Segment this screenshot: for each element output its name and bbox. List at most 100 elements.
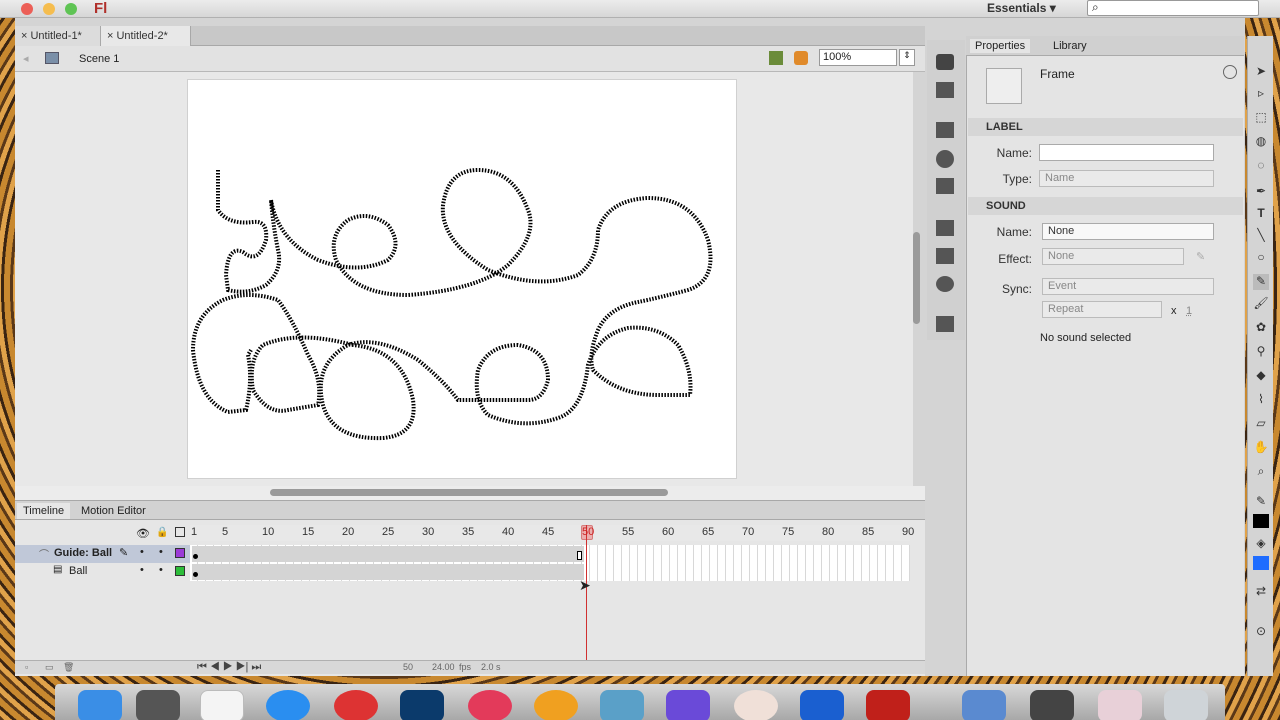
itunes-icon[interactable] [468,690,512,720]
sound-effect-select[interactable]: None [1042,248,1184,265]
safari-icon[interactable] [266,690,310,720]
app-icon[interactable] [734,690,778,720]
repeat-count[interactable]: 1 [1186,305,1192,317]
new-folder-icon[interactable]: ▭ [45,662,54,673]
frame-ruler[interactable]: 1 5 10 15 20 25 30 35 40 45 50 55 60 65 … [190,525,914,541]
layer-name[interactable]: Guide: Ball [54,547,112,559]
align-icon[interactable] [936,122,954,138]
calendar-icon[interactable] [200,690,244,720]
folder-icon[interactable] [962,690,1006,720]
chrome-icon[interactable] [334,690,378,720]
trash-icon[interactable] [1164,690,1208,720]
layer-name[interactable]: Ball [69,565,87,577]
deco-tool-icon[interactable]: ✿ [1253,320,1269,336]
zoom-field[interactable]: 100% [819,49,897,66]
selection-tool-icon[interactable]: ➤ [1253,64,1269,80]
bone-tool-icon[interactable]: ⚲ [1253,344,1269,360]
finder-icon[interactable] [78,690,122,720]
tab-library[interactable]: Library [1048,39,1092,53]
frame-rate[interactable]: 24.00 [432,662,455,672]
ibooks-icon[interactable] [534,690,578,720]
paint-bucket-tool-icon[interactable]: ◆ [1253,368,1269,384]
eyedropper-tool-icon[interactable]: ⌇ [1253,392,1269,408]
components-icon[interactable] [936,248,954,264]
scene-label[interactable]: Scene 1 [79,53,119,65]
xcode-icon[interactable] [600,690,644,720]
keyframe-dot[interactable] [193,572,198,577]
line-tool-icon[interactable]: ╲ [1253,228,1269,244]
fill-color-swatch[interactable] [1253,556,1269,570]
swap-colors-icon[interactable]: ⇄ [1253,584,1269,600]
motion-guide-path[interactable] [188,80,738,480]
hand-tool-icon[interactable]: ✋ [1253,440,1269,456]
lasso-tool-icon[interactable]: ◌ [1253,158,1269,174]
transform-icon[interactable] [936,178,954,194]
tab-properties[interactable]: Properties [970,39,1031,53]
help-icon[interactable] [1223,65,1237,79]
close-window-button[interactable] [21,3,33,15]
tab-motion-editor[interactable]: Motion Editor [75,503,152,519]
minimize-window-button[interactable] [43,3,55,15]
frame-grid[interactable] [190,545,910,581]
edit-symbols-icon[interactable] [794,51,808,65]
current-frame[interactable]: 50 [403,662,413,672]
code-snippets-icon[interactable] [936,220,954,236]
label-type-select[interactable]: Name [1039,170,1214,187]
layer-color-swatch[interactable] [175,548,185,558]
sound-repeat-select[interactable]: Repeat [1042,301,1162,318]
sound-sync-select[interactable]: Event [1042,278,1214,295]
label-section-header[interactable]: LABEL [968,118,1243,136]
flash-dock-icon[interactable] [866,690,910,720]
info-icon[interactable] [936,150,954,168]
zoom-tool-icon[interactable]: ⌕ [1253,464,1269,480]
word-icon[interactable] [800,690,844,720]
subselection-tool-icon[interactable]: ▹ [1253,86,1269,102]
tab-untitled-2[interactable]: × Untitled-2* [101,26,191,46]
label-name-input[interactable] [1039,144,1214,161]
zoom-window-button[interactable] [65,3,77,15]
vertical-scroll-thumb[interactable] [913,232,920,324]
stroke-color-swatch[interactable] [1253,514,1269,528]
brush-tool-icon[interactable]: 🖌 [1253,296,1269,312]
snap-icon[interactable]: ⊙ [1253,624,1269,640]
layer-guide-ball[interactable]: ⌒ Guide: Ball ✎ • • [15,545,190,563]
pencil-tool-icon[interactable]: ✎ [1253,274,1269,290]
pen-tool-icon[interactable]: ✒ [1253,184,1269,200]
playback-controls[interactable]: ⏮ ◀ ▶ ▶| ⏭ [197,661,261,674]
stroke-color-icon[interactable]: ✎ [1253,494,1269,510]
screenshot-stack-icon[interactable] [1030,690,1074,720]
search-input[interactable]: ⌕ [1087,0,1259,16]
color-panel-icon[interactable] [936,54,954,70]
back-arrow-icon[interactable]: ◂ [23,52,29,65]
zoom-stepper[interactable]: ⇕ [899,49,915,66]
end-frame-marker[interactable] [577,551,582,560]
project-icon[interactable] [936,316,954,332]
fill-color-icon[interactable]: ◈ [1253,536,1269,552]
lock-icon[interactable]: 🔒 [156,527,168,538]
edit-scene-icon[interactable] [769,51,783,65]
stage-canvas[interactable] [187,79,737,479]
sound-name-select[interactable]: None [1042,223,1214,240]
document-stack-icon[interactable] [1098,690,1142,720]
outline-icon[interactable] [175,527,185,537]
new-layer-icon[interactable]: ▫ [25,662,28,672]
system-preferences-icon[interactable] [136,690,180,720]
tab-untitled-1[interactable]: × Untitled-1* [15,26,101,46]
lock-dot[interactable]: • [159,546,163,558]
oval-tool-icon[interactable]: ○ [1253,250,1269,266]
imovie-icon[interactable] [666,690,710,720]
3d-rotation-tool-icon[interactable]: ◍ [1253,134,1269,150]
keyframe-dot[interactable] [193,554,198,559]
edit-pencil-icon[interactable]: ✎ [1196,250,1205,263]
sound-section-header[interactable]: SOUND [968,197,1243,215]
workspace-switcher[interactable]: Essentials ▾ [987,1,1056,15]
layer-ball[interactable]: ▤ Ball • • [15,563,190,581]
photoshop-icon[interactable] [400,690,444,720]
horizontal-scroll-thumb[interactable] [270,489,668,496]
eraser-tool-icon[interactable]: ▱ [1253,416,1269,432]
free-transform-tool-icon[interactable]: ⬚ [1253,110,1269,126]
eye-icon[interactable]: 👁 [136,527,150,540]
visibility-dot[interactable]: • [140,564,144,576]
swatches-icon[interactable] [936,82,954,98]
visibility-dot[interactable]: • [140,546,144,558]
